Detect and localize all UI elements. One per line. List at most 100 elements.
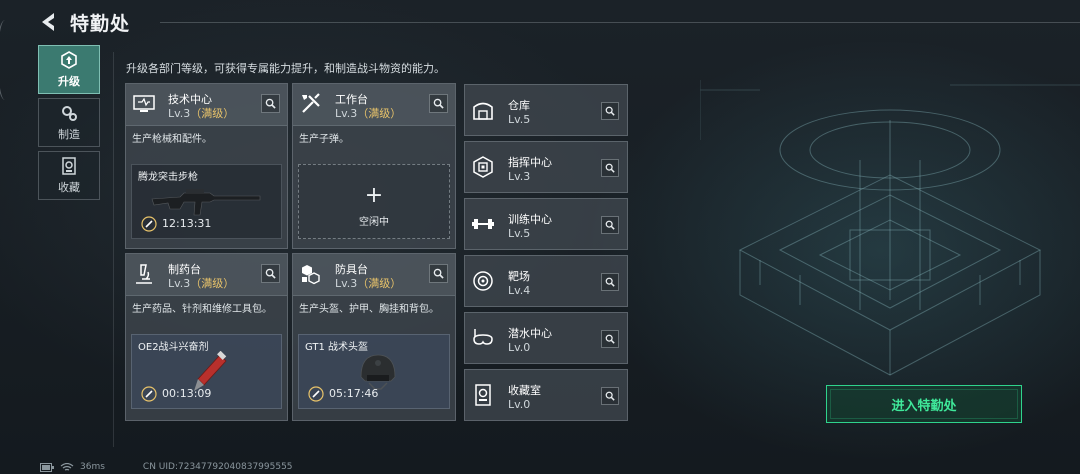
chip-icon	[473, 156, 493, 178]
dept-level: Lv.3（满级）	[335, 275, 401, 291]
armor-cubes-icon	[302, 265, 320, 285]
wrench-timer-icon	[141, 216, 157, 232]
dept-level: Lv.3（满级）	[168, 105, 234, 121]
facility-card-diving-center[interactable]: 潜水中心 Lv.0	[464, 312, 628, 364]
production-slot[interactable]: 腾龙突击步枪 12:13:31	[131, 164, 282, 239]
production-timer: 05:17:46	[329, 387, 379, 400]
facility-level: Lv.0	[508, 398, 531, 411]
idle-label: 空闲中	[359, 217, 389, 228]
nav-item-label: 升级	[58, 74, 80, 88]
max-level-badge: （满级）	[190, 107, 235, 120]
nav-item-label: 收藏	[58, 180, 80, 194]
plus-icon: +	[364, 183, 384, 208]
side-nav: 升级 制造 收藏	[38, 45, 100, 204]
search-button[interactable]	[601, 387, 619, 405]
dept-level: Lv.3（满级）	[168, 275, 234, 291]
search-button[interactable]	[261, 264, 280, 283]
level-value: Lv.3	[168, 107, 191, 120]
facility-name: 仓库	[508, 99, 530, 112]
gear-icon	[62, 105, 77, 121]
max-level-badge: （满级）	[190, 277, 235, 290]
dept-description: 生产枪械和配件。	[132, 134, 212, 145]
search-icon	[605, 220, 615, 230]
dept-level: Lv.3（满级）	[335, 105, 401, 121]
warehouse-icon	[473, 102, 493, 120]
collection-icon	[62, 156, 76, 175]
production-slot[interactable]: GT1 战术头盔 05:17:46	[298, 334, 450, 409]
search-button[interactable]	[261, 94, 280, 113]
facility-level: Lv.4	[508, 284, 531, 297]
facility-level: Lv.5	[508, 227, 531, 240]
dept-card-tech-center[interactable]: 技术中心 Lv.3（满级） 生产枪械和配件。 腾龙突击步枪 12:13:31	[125, 83, 288, 249]
back-arrow-icon[interactable]	[38, 11, 58, 33]
search-button[interactable]	[601, 273, 619, 291]
search-icon	[605, 334, 615, 344]
search-button[interactable]	[601, 216, 619, 234]
item-name: 腾龙突击步枪	[138, 172, 198, 183]
search-button[interactable]	[429, 264, 448, 283]
level-value: Lv.3	[335, 107, 358, 120]
nav-item-collection[interactable]: 收藏	[38, 151, 100, 200]
dept-card-armor[interactable]: 防具台 Lv.3（满级） 生产头盔、护甲、胸挂和背包。 GT1 战术头盔 05:…	[292, 253, 456, 421]
card-header: 制药台 Lv.3（满级）	[126, 254, 287, 296]
search-icon	[433, 268, 444, 279]
facility-name: 指挥中心	[508, 156, 552, 169]
nav-item-upgrade[interactable]: 升级	[38, 45, 100, 94]
diving-mask-icon	[473, 329, 493, 345]
facility-level: Lv.5	[508, 113, 531, 126]
facility-level: Lv.3	[508, 170, 531, 183]
search-icon	[605, 391, 615, 401]
empty-production-slot[interactable]: + 空闲中	[298, 164, 450, 239]
dumbbell-icon	[472, 219, 494, 229]
target-icon	[473, 271, 493, 291]
dept-description: 生产子弹。	[299, 134, 349, 145]
dept-card-pharmacy[interactable]: 制药台 Lv.3（满级） 生产药品、针剂和维修工具包。 OE2战斗兴奋剂 00:…	[125, 253, 288, 421]
tools-icon	[302, 93, 320, 113]
header-divider	[160, 22, 1080, 23]
search-button[interactable]	[601, 102, 619, 120]
max-level-badge: （满级）	[357, 107, 402, 120]
enter-special-ops-button[interactable]: 进入特勤处	[826, 385, 1022, 423]
facility-card-collection-room[interactable]: 收藏室 Lv.0	[464, 369, 628, 421]
battery-icon	[40, 462, 54, 472]
wifi-icon	[60, 462, 74, 471]
level-value: Lv.3	[335, 277, 358, 290]
search-icon	[605, 163, 615, 173]
max-level-badge: （满级）	[357, 277, 402, 290]
nav-item-label: 制造	[58, 127, 80, 141]
facility-card-shooting-range[interactable]: 靶场 Lv.4	[464, 255, 628, 307]
dept-description: 生产头盔、护甲、胸挂和背包。	[299, 304, 439, 315]
card-header: 防具台 Lv.3（满级）	[293, 254, 455, 296]
production-slot[interactable]: OE2战斗兴奋剂 00:13:09	[131, 334, 282, 409]
page-title: 特勤处	[70, 12, 131, 35]
facility-card-warehouse[interactable]: 仓库 Lv.5	[464, 84, 628, 136]
microscope-icon	[136, 264, 152, 284]
status-bar: 36ms CN UID:72347792040837995555	[40, 461, 293, 473]
search-button[interactable]	[601, 330, 619, 348]
facility-name: 潜水中心	[508, 327, 552, 340]
search-icon	[605, 106, 615, 116]
collection-room-icon	[475, 384, 491, 406]
nav-item-craft[interactable]: 制造	[38, 98, 100, 147]
search-button[interactable]	[429, 94, 448, 113]
search-button[interactable]	[601, 159, 619, 177]
facility-name: 训练中心	[508, 213, 552, 226]
facility-level: Lv.0	[508, 341, 531, 354]
search-icon	[605, 277, 615, 287]
facility-name: 靶场	[508, 270, 530, 283]
wrench-timer-icon	[308, 386, 324, 402]
ping-text: 36ms	[80, 462, 105, 472]
dept-card-workbench[interactable]: 工作台 Lv.3（满级） 生产子弹。 + 空闲中	[292, 83, 456, 249]
search-icon	[265, 268, 276, 279]
facility-card-command-center[interactable]: 指挥中心 Lv.3	[464, 141, 628, 193]
page-description: 升级各部门等级，可获得专属能力提升，和制造战斗物资的能力。	[126, 62, 445, 75]
facility-card-training-center[interactable]: 训练中心 Lv.5	[464, 198, 628, 250]
dept-description: 生产药品、针剂和维修工具包。	[132, 304, 272, 315]
search-icon	[265, 98, 276, 109]
header: 特勤处	[38, 8, 130, 36]
assault-rifle-image	[151, 189, 261, 216]
decor-arc	[0, 20, 14, 100]
wrench-timer-icon	[141, 386, 157, 402]
production-timer: 12:13:31	[162, 217, 212, 230]
level-value: Lv.3	[168, 277, 191, 290]
